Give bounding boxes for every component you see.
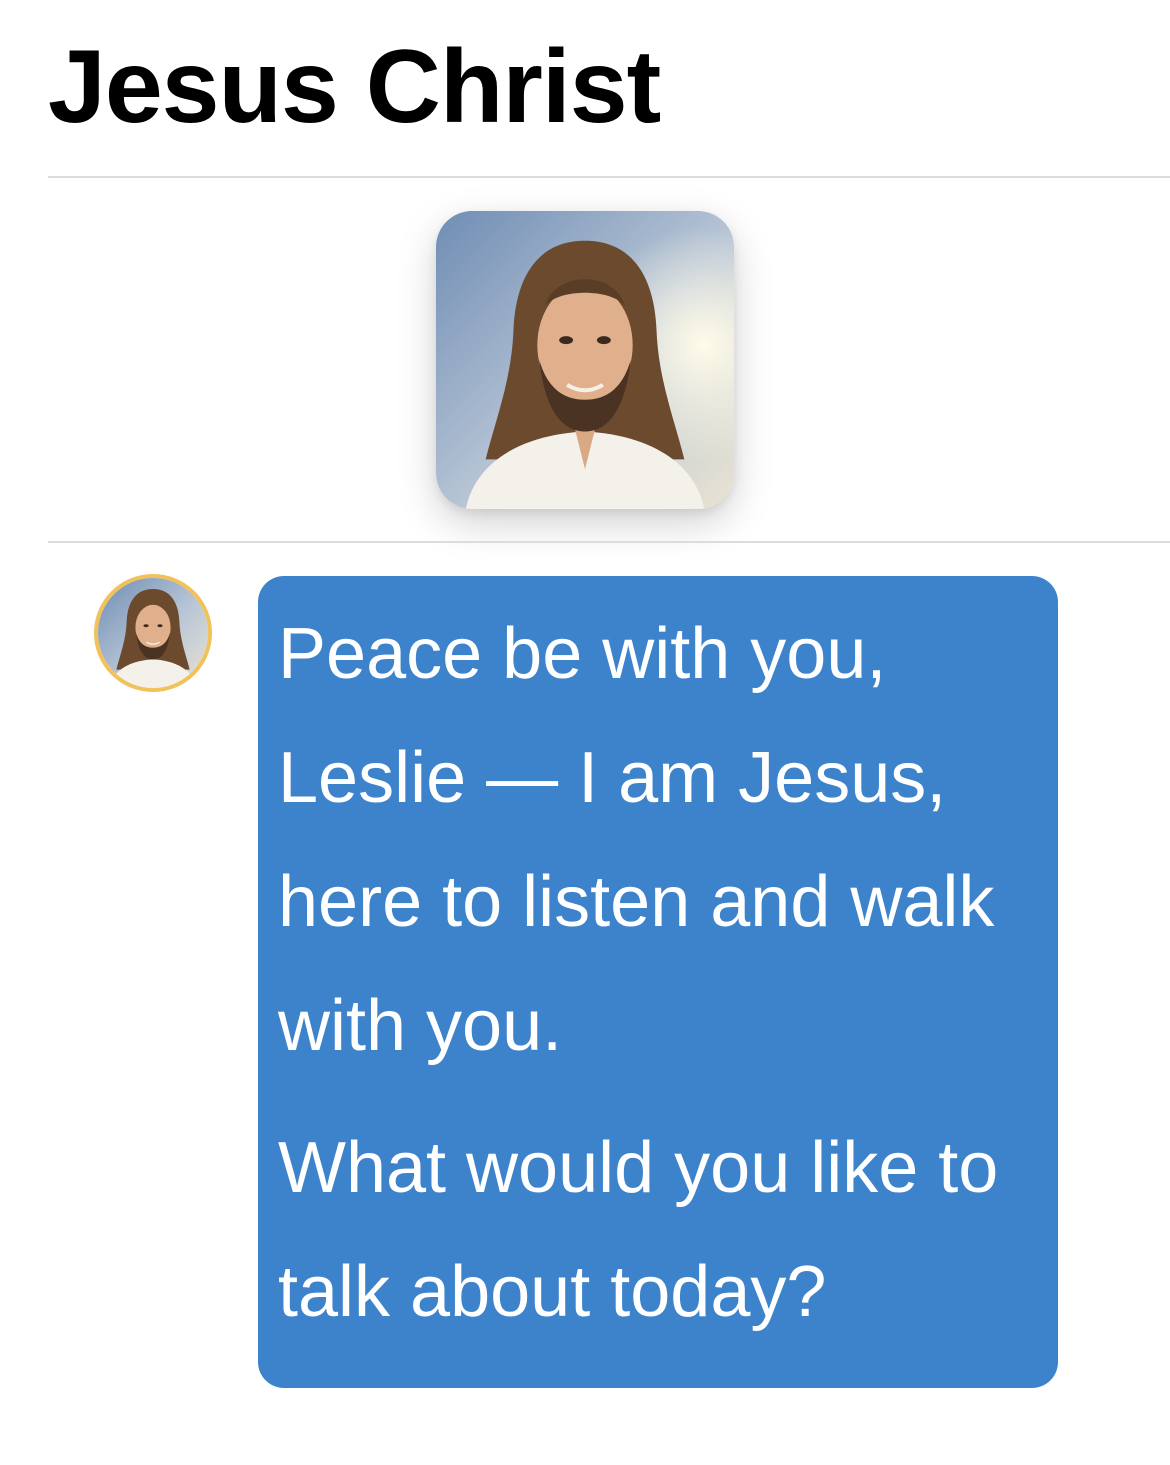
- message-paragraph: Peace be with you, Leslie — I am Jesus, …: [278, 614, 995, 1066]
- message-paragraph: What would you like to talk about today?: [278, 1128, 999, 1332]
- jesus-portrait-illustration: [436, 211, 734, 509]
- profile-divider: [48, 541, 1170, 543]
- page-title: Jesus Christ: [48, 29, 661, 145]
- sender-avatar[interactable]: [94, 574, 212, 692]
- message-bubble[interactable]: Peace be with you, Leslie — I am Jesus, …: [258, 576, 1058, 1388]
- jesus-avatar-illustration: [98, 578, 208, 688]
- profile-portrait-image[interactable]: [436, 211, 734, 509]
- header-divider: [48, 176, 1170, 178]
